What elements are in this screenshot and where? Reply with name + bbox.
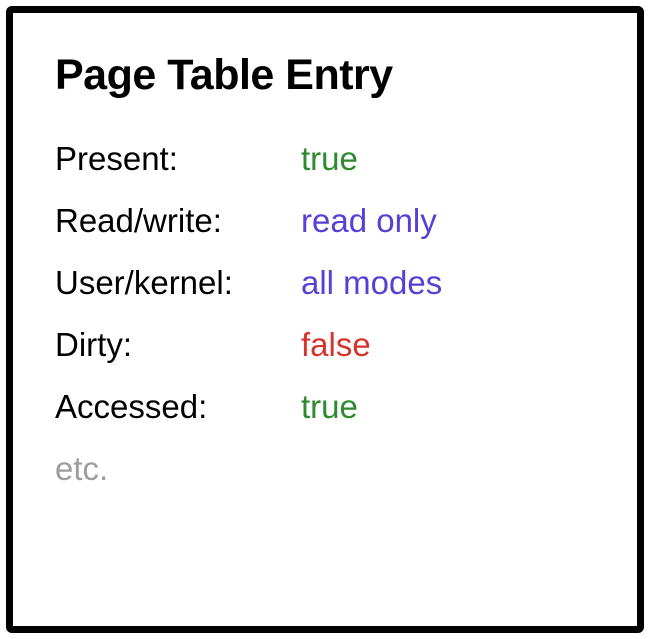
entry-row: User/kernel: all modes [55, 264, 595, 302]
entry-label: Accessed: [55, 388, 301, 426]
entry-value: read only [301, 202, 437, 240]
entry-value: true [301, 140, 358, 178]
entry-value: all modes [301, 264, 442, 302]
entry-label: User/kernel: [55, 264, 301, 302]
page-table-entry-card: Page Table Entry Present: true Read/writ… [6, 6, 644, 633]
entry-label: Present: [55, 140, 301, 178]
card-title: Page Table Entry [55, 51, 595, 100]
entry-value: false [301, 326, 371, 364]
etc-text: etc. [55, 450, 595, 488]
entry-row: Present: true [55, 140, 595, 178]
entry-value: true [301, 388, 358, 426]
entry-row: Dirty: false [55, 326, 595, 364]
entry-label: Read/write: [55, 202, 301, 240]
entry-row: Accessed: true [55, 388, 595, 426]
entry-label: Dirty: [55, 326, 301, 364]
entry-row: Read/write: read only [55, 202, 595, 240]
